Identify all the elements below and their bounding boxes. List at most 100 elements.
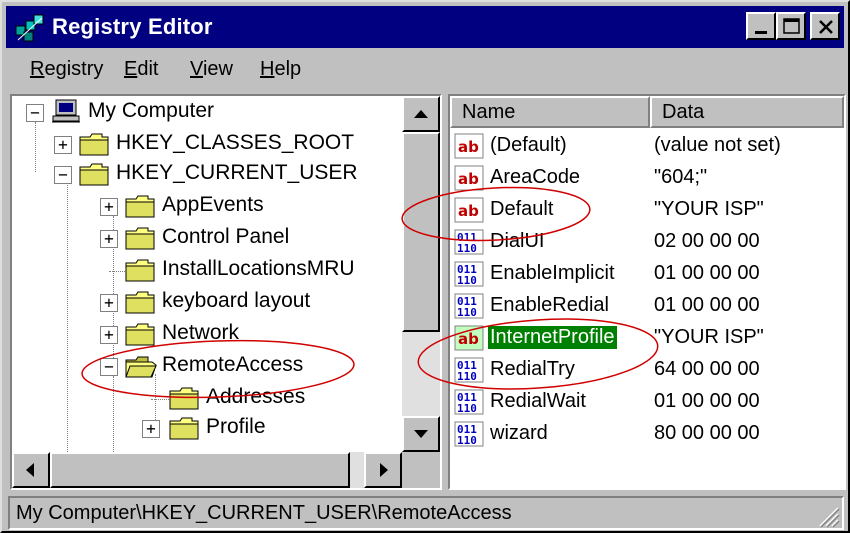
binary-value-icon: 011110 bbox=[454, 229, 484, 255]
folder-icon bbox=[79, 163, 109, 186]
svg-text:110: 110 bbox=[457, 274, 477, 287]
close-icon bbox=[819, 20, 833, 34]
expand-icon[interactable]: + bbox=[100, 326, 118, 344]
tree-item[interactable]: + Control Panel bbox=[12, 224, 402, 254]
tree-item[interactable]: − HKEY_CURRENT_USER bbox=[12, 160, 402, 190]
value-name: wizard bbox=[490, 422, 548, 444]
folder-icon bbox=[125, 195, 155, 218]
my-computer-icon bbox=[52, 99, 80, 123]
values-list-pane[interactable]: Name Data ab (Default) (value not set) ab Ar… bbox=[448, 94, 846, 490]
status-bar: My Computer\HKEY_CURRENT_USER\RemoteAcce… bbox=[6, 496, 844, 530]
value-row[interactable]: 011 110 EnableRedial 01 00 00 00 bbox=[454, 290, 844, 322]
scroll-right-button[interactable] bbox=[364, 452, 402, 488]
column-header-name[interactable]: Name bbox=[450, 96, 650, 128]
status-path: My Computer\HKEY_CURRENT_USER\RemoteAcce… bbox=[8, 496, 844, 530]
tree-item[interactable]: + HKEY_CLASSES_ROOT bbox=[12, 130, 402, 160]
value-data: (value not set) bbox=[654, 134, 781, 156]
string-value-icon: ab bbox=[454, 197, 484, 223]
folder-icon bbox=[125, 291, 155, 314]
tree-label: InstallLocationsMRU bbox=[162, 257, 355, 280]
value-name: EnableRedial bbox=[490, 294, 609, 316]
menu-registry[interactable]: Registry bbox=[30, 58, 103, 81]
value-data: 01 00 00 00 bbox=[654, 294, 760, 316]
value-row[interactable]: 011 110 wizard 80 00 00 00 bbox=[454, 418, 844, 450]
down-arrow-icon bbox=[414, 430, 428, 438]
menu-view[interactable]: View bbox=[190, 58, 233, 81]
expand-icon[interactable]: + bbox=[100, 294, 118, 312]
up-arrow-icon bbox=[414, 110, 428, 118]
tree-label: AppEvents bbox=[162, 193, 264, 216]
tree-item[interactable]: + keyboard layout bbox=[12, 288, 402, 318]
collapse-icon[interactable]: − bbox=[100, 358, 118, 376]
expand-icon[interactable]: + bbox=[100, 230, 118, 248]
tree-item[interactable]: Addresses bbox=[12, 384, 402, 414]
open-folder-icon bbox=[125, 356, 157, 378]
title-bar[interactable]: Registry Editor bbox=[6, 6, 844, 48]
folder-icon bbox=[169, 387, 199, 410]
svg-text:110: 110 bbox=[457, 402, 477, 415]
right-arrow-icon bbox=[380, 463, 388, 477]
maximize-button[interactable] bbox=[776, 12, 806, 40]
scroll-thumb[interactable] bbox=[402, 132, 440, 332]
tree-item-my-computer[interactable]: − My Computer bbox=[16, 98, 396, 128]
svg-text:ab: ab bbox=[458, 170, 479, 188]
svg-text:ab: ab bbox=[458, 138, 479, 156]
close-button[interactable] bbox=[810, 12, 840, 40]
value-name: RedialWait bbox=[490, 390, 586, 412]
svg-text:110: 110 bbox=[457, 370, 477, 383]
binary-value-icon: 011110 bbox=[454, 293, 484, 319]
value-data: 80 00 00 00 bbox=[654, 422, 760, 444]
value-name: InternetProfile bbox=[488, 326, 617, 349]
tree-label: RemoteAccess bbox=[162, 353, 304, 376]
menu-help[interactable]: Help bbox=[260, 58, 301, 81]
expand-icon[interactable]: + bbox=[142, 420, 160, 438]
scroll-left-button[interactable] bbox=[12, 452, 50, 488]
value-data: 01 00 00 00 bbox=[654, 262, 760, 284]
column-header-data[interactable]: Data bbox=[650, 96, 844, 128]
value-row[interactable]: 011 110 RedialWait 01 00 00 00 bbox=[454, 386, 844, 418]
expand-icon[interactable]: + bbox=[100, 198, 118, 216]
minimize-button[interactable] bbox=[746, 12, 776, 40]
svg-text:ab: ab bbox=[458, 202, 479, 220]
tree-label: HKEY_CLASSES_ROOT bbox=[116, 131, 355, 154]
tree-horizontal-scrollbar[interactable] bbox=[12, 452, 402, 488]
value-row[interactable]: ab InternetProfile "YOUR ISP" bbox=[454, 322, 844, 354]
minimize-icon bbox=[755, 31, 767, 34]
menu-edit[interactable]: Edit bbox=[124, 58, 158, 81]
value-name: Default bbox=[490, 198, 554, 220]
value-row[interactable]: 011 110 RedialTry 64 00 00 00 bbox=[454, 354, 844, 386]
scroll-thumb[interactable] bbox=[50, 452, 350, 488]
tree-item[interactable]: + AppEvents bbox=[12, 192, 402, 222]
tree-vertical-scrollbar[interactable] bbox=[402, 96, 440, 452]
key-tree-pane[interactable]: − My Computer + HKEY_CLASSES_ROOT − HKEY_CU… bbox=[10, 94, 442, 490]
maximize-icon bbox=[783, 18, 800, 34]
left-arrow-icon bbox=[26, 463, 34, 477]
tree-item[interactable]: + Network bbox=[12, 320, 402, 350]
value-row[interactable]: ab AreaCode "604;" bbox=[454, 162, 844, 194]
value-data: "YOUR ISP" bbox=[654, 198, 764, 220]
value-name: RedialTry bbox=[490, 358, 575, 380]
scroll-down-button[interactable] bbox=[402, 416, 440, 452]
folder-icon bbox=[169, 417, 199, 440]
tree-item[interactable]: − RemoteAccess bbox=[12, 352, 402, 382]
tree-item[interactable]: InstallLocationsMRU bbox=[12, 256, 402, 286]
value-data: 64 00 00 00 bbox=[654, 358, 760, 380]
value-row[interactable]: 011 110 DialUI 02 00 00 00 bbox=[454, 226, 844, 258]
tree-label: Control Panel bbox=[162, 225, 290, 248]
tree-label: Addresses bbox=[206, 385, 306, 408]
string-value-icon: ab bbox=[454, 325, 484, 351]
registry-editor-icon bbox=[15, 14, 44, 42]
value-row[interactable]: ab Default "YOUR ISP" bbox=[454, 194, 844, 226]
scroll-up-button[interactable] bbox=[402, 96, 440, 132]
value-row[interactable]: 011 110 EnableImplicit 01 00 00 00 bbox=[454, 258, 844, 290]
window-title: Registry Editor bbox=[52, 14, 213, 39]
value-row[interactable]: ab (Default) (value not set) bbox=[454, 130, 844, 162]
binary-value-icon: 011110 bbox=[454, 421, 484, 447]
collapse-icon[interactable]: − bbox=[26, 104, 44, 122]
value-name: (Default) bbox=[490, 134, 567, 156]
collapse-icon[interactable]: − bbox=[54, 166, 72, 184]
tree-item[interactable]: + Profile bbox=[12, 414, 402, 444]
resize-grip-icon[interactable] bbox=[814, 502, 840, 528]
menu-bar: Registry Edit View Help bbox=[6, 52, 844, 86]
expand-icon[interactable]: + bbox=[54, 136, 72, 154]
